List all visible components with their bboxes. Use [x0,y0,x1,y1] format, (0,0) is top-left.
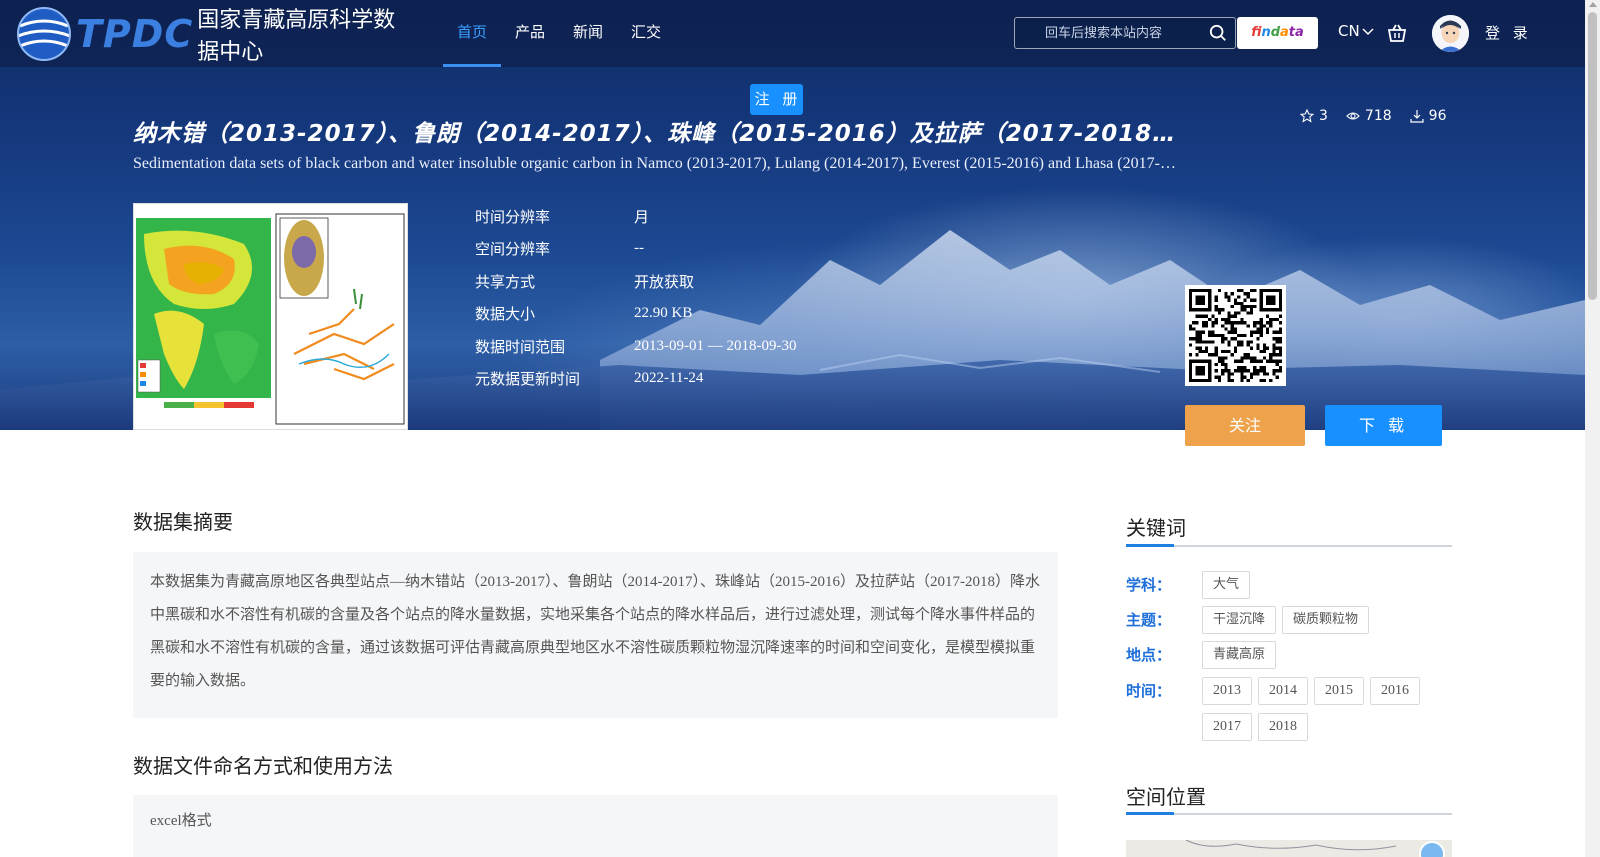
keyword-label: 地点： [1126,646,1172,664]
keyword-tag[interactable]: 青藏高原 [1202,641,1277,669]
star-count-value: 3 [1319,108,1328,124]
view-count: 718 [1346,108,1392,124]
meta-row-temporal-resolution: 时间分辨率 月 [475,200,796,233]
login-link[interactable]: 登 录 [1485,22,1532,43]
keyword-tag[interactable]: 2014 [1258,677,1308,705]
nav-submit[interactable]: 汇交 [617,0,675,67]
search-icon[interactable] [1209,24,1227,42]
logo-name: 国家青藏高原科学数据中心 [197,8,396,65]
main-nav: 首页 产品 新闻 汇交 [443,0,675,67]
keyword-tag[interactable]: 2018 [1258,713,1308,741]
page-scrollbar[interactable] [1585,0,1600,857]
keyword-tag[interactable]: 2016 [1370,677,1420,705]
nav-products[interactable]: 产品 [501,0,559,67]
meta-label: 空间分辨率 [475,240,551,259]
meta-label: 时间分辨率 [475,207,551,226]
keyword-tag[interactable]: 2015 [1314,677,1364,705]
language-selector[interactable]: CN [1338,22,1374,40]
nav-news[interactable]: 新闻 [559,0,617,67]
naming-heading: 数据文件命名方式和使用方法 [133,754,393,778]
keyword-tag[interactable]: 2013 [1202,677,1252,705]
language-label: CN [1338,22,1360,40]
keyword-label: 时间： [1126,682,1172,700]
user-avatar[interactable] [1432,15,1469,52]
dataset-title-cn: 纳木错（2013-2017）、鲁朗（2014-2017）、珠峰（2015-201… [133,121,1181,147]
meta-label: 数据大小 [475,305,536,324]
scroll-thumb[interactable] [1588,12,1597,300]
qr-code [1185,285,1286,386]
meta-label: 元数据更新时间 [475,370,581,389]
search-box [1014,17,1236,49]
basket-icon[interactable] [1386,22,1408,44]
keyword-label: 主题： [1126,611,1172,629]
meta-label: 数据时间范围 [475,337,566,356]
download-icon [1410,110,1424,123]
meta-value: 开放获取 [634,272,695,291]
spatial-divider [1126,812,1452,815]
study-area-map-image [134,204,407,429]
spatial-heading: 空间位置 [1126,785,1206,809]
top-navigation-bar: TPDC 国家青藏高原科学数据中心 首页 产品 新闻 汇交 findata CN [0,0,1585,67]
keywords-heading: 关键词 [1126,516,1186,540]
findata-button[interactable]: findata [1237,17,1318,49]
view-count-value: 718 [1364,108,1392,124]
dataset-thumbnail[interactable] [133,203,408,430]
keyword-tag[interactable]: 2017 [1202,713,1252,741]
scroll-up-icon[interactable] [1589,2,1597,7]
download-count-value: 96 [1428,108,1447,124]
meta-row-sharing: 共享方式 开放获取 [475,265,796,298]
download-count: 96 [1410,108,1447,124]
star-count[interactable]: 3 [1300,108,1328,124]
download-button[interactable]: 下 载 [1325,405,1442,446]
meta-row-metadata-updated: 元数据更新时间 2022-11-24 [475,363,796,396]
dataset-stats: 3 718 96 [1300,108,1446,124]
keyword-row-theme: 主题： 干湿沉降 碳质颗粒物 [1126,606,1452,634]
keyword-tag[interactable]: 碳质颗粒物 [1282,606,1370,634]
naming-text: excel格式 [133,795,1058,857]
follow-button[interactable]: 关注 [1185,405,1305,446]
meta-row-spatial-resolution: 空间分辨率 -- [475,233,796,266]
site-logo[interactable]: TPDC 国家青藏高原科学数据中心 [14,4,404,65]
dataset-title-en: Sedimentation data sets of black carbon … [133,155,1183,172]
meta-row-time-range: 数据时间范围 2013-09-01 — 2018-09-30 [475,330,796,363]
search-input[interactable] [1015,18,1205,48]
spatial-map[interactable] [1126,840,1452,857]
keywords-divider [1126,544,1452,547]
eye-icon [1346,112,1360,120]
meta-value: 月 [634,207,650,226]
abstract-heading: 数据集摘要 [133,510,233,534]
keyword-row-discipline: 学科： 大气 [1126,571,1452,599]
keyword-row-place: 地点： 青藏高原 [1126,641,1452,669]
meta-value: 22.90 KB [634,305,693,322]
meta-value: 2022-11-24 [634,370,704,387]
globe-logo-icon [14,4,74,64]
chevron-down-icon [1362,28,1374,36]
meta-label: 共享方式 [475,272,536,291]
meta-value: -- [634,240,644,257]
meta-value: 2013-09-01 — 2018-09-30 [634,337,797,354]
keyword-tag[interactable]: 干湿沉降 [1202,606,1277,634]
keyword-label: 学科： [1126,576,1172,594]
meta-row-data-size: 数据大小 22.90 KB [475,298,796,331]
keyword-tag[interactable]: 大气 [1202,571,1251,599]
dataset-metadata: 时间分辨率 月 空间分辨率 -- 共享方式 开放获取 数据大小 22.90 KB… [475,200,796,395]
qr-code-image [1189,289,1282,382]
keyword-row-time: 时间： 2013 2014 2015 2016 2017 2018 [1126,677,1422,741]
nav-home[interactable]: 首页 [443,0,502,67]
star-icon [1300,109,1314,123]
logo-mark: TPDC [76,12,194,56]
register-button[interactable]: 注 册 [750,84,803,115]
abstract-text: 本数据集为青藏高原地区各典型站点—纳木错站（2013-2017）、鲁朗站（201… [133,552,1058,718]
